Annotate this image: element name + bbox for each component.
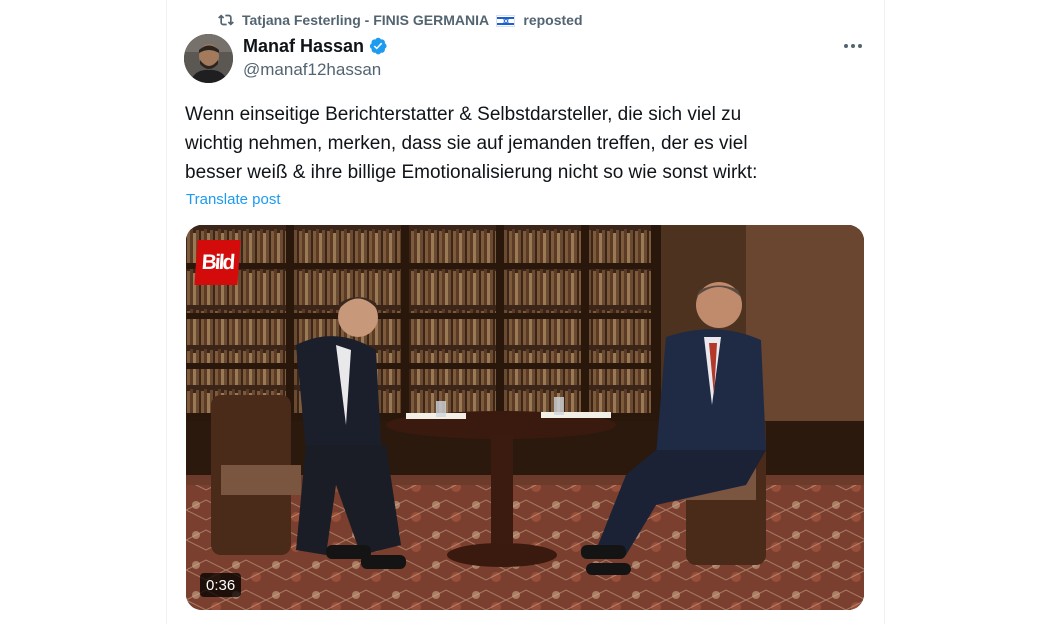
israel-flag-icon [496,15,516,28]
reposter-name[interactable]: Tatjana Festerling - FINIS GERMANIA [242,12,489,28]
repost-icon [218,14,234,26]
more-options-button[interactable] [840,34,866,58]
reposted-label: reposted [523,12,583,28]
author-handle[interactable]: @manaf12hassan [243,58,388,82]
author-avatar[interactable] [184,34,233,83]
verified-badge-icon [369,37,387,55]
author-info[interactable]: Manaf Hassan @manaf12hassan [243,34,388,82]
video-thumbnail [186,225,864,610]
bild-logo-text: Bild [200,250,235,274]
video-duration-badge: 0:36 [200,573,242,597]
author-display-name[interactable]: Manaf Hassan [243,34,364,58]
post-text: Wenn einseitige Berichterstatter & Selbs… [185,104,758,183]
translate-post-link[interactable]: Translate post [186,191,281,208]
bild-logo: Bild [194,240,241,285]
video-player[interactable]: Bild 0:36 [186,225,864,610]
repost-context[interactable]: Tatjana Festerling - FINIS GERMANIA repo… [218,10,583,30]
more-options-icon [844,44,862,48]
